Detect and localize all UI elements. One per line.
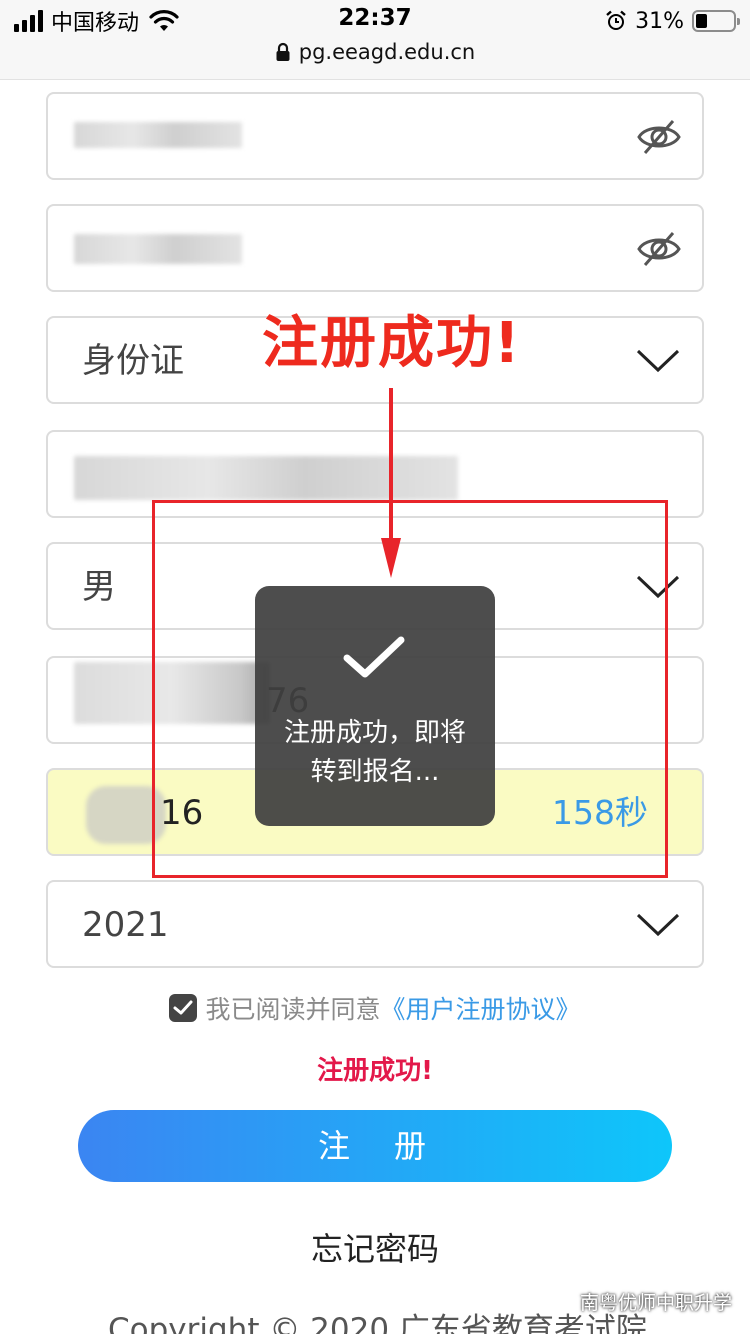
success-toast: 注册成功，即将转到报名... <box>255 586 495 826</box>
agreement-label: 我已阅读并同意 <box>205 995 381 1024</box>
id-type-value: 身份证 <box>82 341 184 381</box>
year-select[interactable]: 2021 <box>46 880 704 968</box>
checkmark-icon <box>343 636 405 678</box>
toast-message: 注册成功，即将转到报名... <box>283 718 466 787</box>
agreement-row: 我已阅读并同意 《用户注册协议》 <box>0 990 750 1026</box>
success-message: 注册成功! <box>317 1056 433 1086</box>
password-field[interactable] <box>46 92 704 180</box>
year-value: 2021 <box>82 905 169 945</box>
alarm-icon <box>606 10 626 30</box>
redacted-value <box>74 122 242 148</box>
battery-icon <box>692 10 740 32</box>
battery-percent: 31% <box>635 8 684 34</box>
redacted-value <box>74 234 242 264</box>
url-bar[interactable]: pg.eeagd.edu.cn <box>0 40 750 64</box>
chevron-down-icon <box>636 349 680 373</box>
gender-value: 男 <box>82 567 116 607</box>
watermark-text: 南粤优师中职升学 <box>580 1292 733 1314</box>
lock-icon <box>276 42 290 61</box>
watermark: 南粤优师中职升学 <box>544 1288 732 1315</box>
wechat-icon <box>545 1291 573 1312</box>
status-bar: 中国移动 22:37 31% pg.eeagd.edu.cn <box>0 0 750 80</box>
annotation-title: 注册成功! <box>262 311 522 376</box>
check-icon <box>173 1000 193 1015</box>
forgot-password-link[interactable]: 忘记密码 <box>0 1224 750 1270</box>
chevron-down-icon <box>636 913 680 937</box>
eye-off-icon[interactable] <box>636 228 682 270</box>
status-right: 31% <box>605 6 740 36</box>
confirm-password-field[interactable] <box>46 204 704 292</box>
eye-off-icon[interactable] <box>636 116 682 158</box>
battery-fill <box>696 14 708 28</box>
agreement-checkbox[interactable] <box>169 994 198 1022</box>
register-button[interactable]: 注 册 <box>78 1110 672 1182</box>
agreement-link[interactable]: 《用户注册协议》 <box>381 990 581 1026</box>
url-text: pg.eeagd.edu.cn <box>298 40 476 64</box>
